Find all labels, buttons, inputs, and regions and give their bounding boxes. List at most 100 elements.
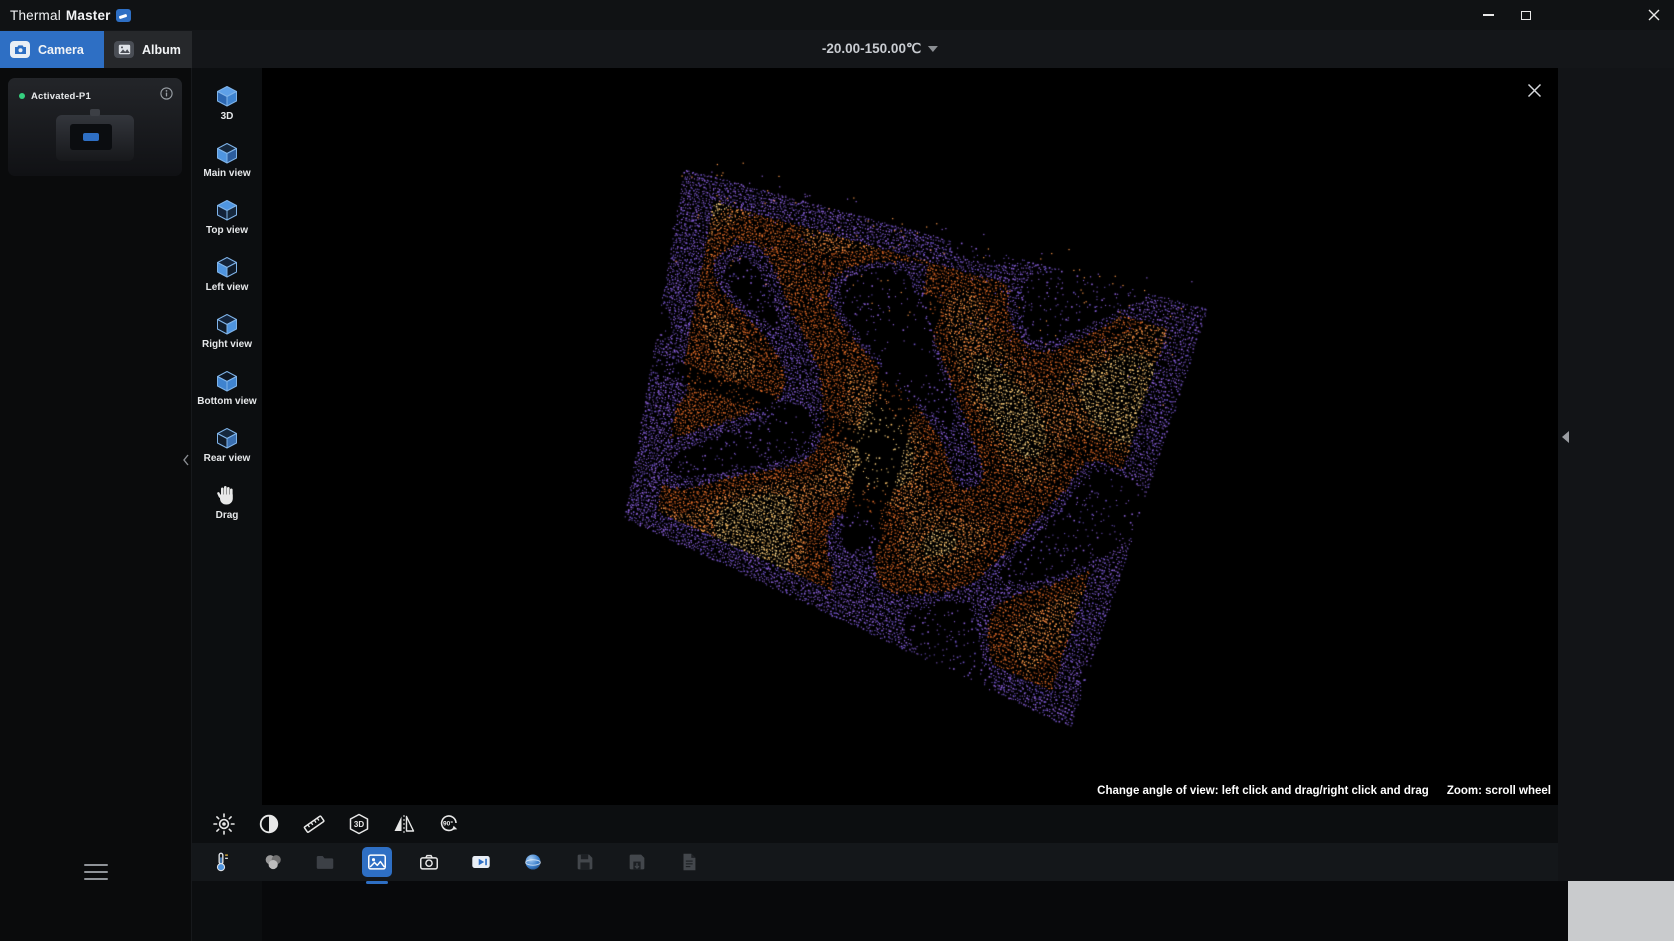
view-item-label: Right view [192,339,262,350]
bottom-filler [192,881,1568,941]
maximize-button[interactable] [1506,0,1546,30]
view-item-label: Main view [192,168,262,179]
view-item-right-view[interactable]: Right view [192,311,262,350]
temperature-range-value: -20.00-150.00℃ [822,41,921,57]
device-screen [70,124,112,150]
view-item-label: Bottom view [192,396,262,407]
sphere-3d-icon [522,851,544,873]
view-item-3d[interactable]: 3D [192,83,262,122]
contrast-icon [257,812,281,836]
camera-capture-icon [418,851,440,873]
close-window-button[interactable] [1634,0,1674,30]
minimize-icon [1483,14,1494,16]
export-button[interactable] [622,847,652,877]
brightness-icon [212,812,236,836]
close-3d-view-button[interactable] [1524,80,1544,100]
point-cloud-3d-render[interactable] [262,68,1558,805]
hint-zoom-text: Zoom: scroll wheel [1447,785,1551,797]
album-tab-icon [114,41,134,58]
app-title-regular: Thermal [10,8,61,23]
view-item-drag[interactable]: Drag [192,482,262,521]
tab-camera[interactable]: Camera [0,31,104,68]
record-video-button[interactable] [466,847,496,877]
desktop-corner [1568,881,1674,941]
hint-rotate-text: Change angle of view: left click and dra… [1097,785,1429,797]
palette-icon [262,851,284,873]
cube-right-view-icon [192,311,262,337]
measure-button[interactable] [302,812,326,836]
status-dot-icon [19,93,25,99]
menu-button[interactable] [84,864,108,880]
ruler-icon [302,812,326,836]
device-knob [90,109,100,116]
device-thumbnail [56,115,134,161]
temperature-range-selector[interactable]: -20.00-150.00℃ [822,41,938,57]
expand-right-panel-handle[interactable] [1560,430,1570,449]
device-card[interactable]: Activated-P1 [8,78,182,176]
device-card-header: Activated-P1 [8,78,182,105]
camera-tab-label: Camera [38,43,84,57]
device-info-button[interactable] [160,87,173,105]
cube-left-view-icon [192,254,262,280]
cube-main-view-icon [192,140,262,166]
collapse-left-panel-handle[interactable] [182,453,190,471]
rotate-3d-button[interactable]: 3D [347,812,371,836]
save-button[interactable] [570,847,600,877]
thermometer-button[interactable] [206,847,236,877]
capture-photo-button[interactable] [414,847,444,877]
right-panel-collapsed [1558,68,1674,881]
point-cloud-viewport: Change angle of view: left click and dra… [262,68,1558,805]
view-item-label: Drag [192,510,262,521]
cube-rear-view-icon [192,425,262,451]
image-view-button[interactable] [362,847,392,877]
view-item-label: Rear view [192,453,262,464]
report-button[interactable] [674,847,704,877]
cube-solid-icon [192,83,262,109]
close-icon [1648,9,1660,21]
palette-button[interactable] [258,847,288,877]
app-title-bold: Master [66,8,111,23]
view-item-rear-view[interactable]: Rear view [192,425,262,464]
flip-horizontal-button[interactable] [392,812,416,836]
sphere-3d-button[interactable] [518,847,548,877]
camera-tab-icon [10,41,30,58]
view-item-main-view[interactable]: Main view [192,140,262,179]
album-tab-label: Album [142,43,181,57]
flip-horizontal-icon [392,812,416,836]
rotate-90-icon: 90° [437,812,461,836]
cube-bottom-view-icon [192,368,262,394]
app-window: Thermal Master Camera Album -20.00-150.0… [0,0,1674,941]
thermometer-icon [210,851,232,873]
folder-icon [314,851,336,873]
minimize-button[interactable] [1468,0,1508,30]
video-record-icon [470,851,492,873]
maximize-icon [1521,11,1531,20]
tab-album[interactable]: Album [104,31,192,68]
view-item-top-view[interactable]: Top view [192,197,262,236]
device-screen-logo-icon [83,133,99,141]
export-icon [626,851,648,873]
folder-button[interactable] [310,847,340,877]
view-item-bottom-view[interactable]: Bottom view [192,368,262,407]
view-item-label: Left view [192,282,262,293]
title-bar: Thermal Master [0,0,1674,30]
info-icon [160,87,173,100]
device-name: Activated-P1 [31,91,160,102]
chevron-down-icon [928,46,938,52]
contrast-button[interactable] [257,812,281,836]
view-item-label: 3D [192,111,262,122]
svg-text:3D: 3D [354,820,364,829]
svg-text:90°: 90° [443,820,453,828]
view-item-left-view[interactable]: Left view [192,254,262,293]
cube-top-view-icon [192,197,262,223]
rotate-90-button[interactable]: 90° [437,812,461,836]
view-item-label: Top view [192,225,262,236]
rotate-3d-icon: 3D [347,812,371,836]
app-logo-icon [116,9,131,22]
viewport-hint: Change angle of view: left click and dra… [1097,785,1551,797]
report-icon [678,851,700,873]
device-sidebar: Activated-P1 [0,68,192,941]
header-bar: Camera Album -20.00-150.00℃ [0,30,1674,68]
brightness-button[interactable] [212,812,236,836]
close-icon [1527,83,1542,98]
